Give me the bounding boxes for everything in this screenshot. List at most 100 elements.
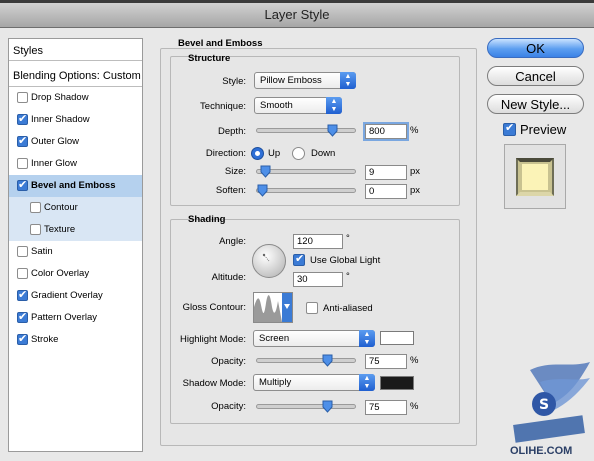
style-select-value: Pillow Emboss xyxy=(260,75,322,86)
highlight-opacity-label: Opacity: xyxy=(211,356,246,367)
select-arrows-icon: ▲ ▼ xyxy=(326,97,342,114)
style-item-inner-glow[interactable]: Inner Glow xyxy=(9,153,142,175)
styles-header[interactable]: Styles xyxy=(9,39,142,61)
size-unit: px xyxy=(410,166,421,177)
shading-title: Shading xyxy=(188,214,226,225)
inner-glow-checkbox[interactable] xyxy=(17,158,28,169)
direction-up-label: Up xyxy=(268,148,281,159)
style-item-outer-glow[interactable]: Outer Glow xyxy=(9,131,142,153)
select-arrows-icon: ▲ ▼ xyxy=(359,374,375,391)
angle-input[interactable]: 120 xyxy=(293,234,343,249)
shadow-opacity-label: Opacity: xyxy=(211,401,246,412)
style-item-inner-shadow[interactable]: Inner Shadow xyxy=(9,109,142,131)
shadow-opacity-slider[interactable] xyxy=(256,400,356,413)
anti-aliased-label: Anti-aliased xyxy=(323,303,373,314)
menu-strip xyxy=(0,0,594,3)
highlight-opacity-input[interactable]: 75 xyxy=(365,354,407,369)
style-item-label: Pattern Overlay xyxy=(31,312,97,323)
direction-up-radio[interactable] xyxy=(251,147,264,160)
shadow-mode-label: Shadow Mode: xyxy=(182,378,246,389)
depth-unit: % xyxy=(410,125,419,136)
style-item-label: Stroke xyxy=(31,334,59,345)
soften-slider[interactable] xyxy=(256,184,356,197)
style-item-label: Inner Glow xyxy=(31,158,77,169)
angle-label: Angle: xyxy=(219,236,246,247)
style-item-stroke[interactable]: Stroke xyxy=(9,329,142,351)
altitude-label: Altitude: xyxy=(211,272,246,283)
soften-input[interactable]: 0 xyxy=(365,184,407,199)
structure-title: Structure xyxy=(188,53,231,64)
bevel-preview-swatch xyxy=(516,158,554,196)
depth-slider[interactable] xyxy=(256,124,356,137)
anti-aliased-checkbox[interactable] xyxy=(306,302,318,314)
style-item-label: Outer Glow xyxy=(31,136,80,147)
outer-glow-checkbox[interactable] xyxy=(17,134,28,147)
style-select[interactable]: Pillow Emboss ▲ ▼ xyxy=(254,72,356,89)
gloss-contour-picker[interactable] xyxy=(253,292,293,323)
ok-button[interactable]: OK xyxy=(487,38,584,58)
style-item-pattern-overlay[interactable]: Pattern Overlay xyxy=(9,307,142,329)
texture-checkbox[interactable] xyxy=(30,224,41,235)
style-item-label: Gradient Overlay xyxy=(31,290,103,301)
highlight-opacity-slider[interactable] xyxy=(256,354,356,367)
highlight-opacity-unit: % xyxy=(410,355,419,366)
style-item-satin[interactable]: Satin xyxy=(9,241,142,263)
style-item-contour[interactable]: Contour xyxy=(9,197,142,219)
style-item-texture[interactable]: Texture xyxy=(9,219,142,241)
style-item-label: Inner Shadow xyxy=(31,114,90,125)
style-item-drop-shadow[interactable]: Drop Shadow xyxy=(9,87,142,109)
bevel-and-emboss-checkbox[interactable] xyxy=(17,178,28,191)
contour-checkbox[interactable] xyxy=(30,202,41,213)
soften-unit: px xyxy=(410,185,421,196)
watermark-text: OLIHE.COM xyxy=(510,445,572,457)
style-item-label: Satin xyxy=(31,246,53,257)
shadow-color-swatch[interactable] xyxy=(380,376,414,390)
blending-options-item[interactable]: Blending Options: Custom xyxy=(9,64,142,87)
preview-label: Preview xyxy=(520,122,567,137)
style-item-label: Color Overlay xyxy=(31,268,90,279)
select-arrows-icon: ▲ ▼ xyxy=(359,330,375,347)
highlight-mode-label: Highlight Mode: xyxy=(179,334,246,345)
direction-down-radio[interactable] xyxy=(292,147,305,160)
angle-dial[interactable] xyxy=(251,243,287,279)
highlight-color-swatch[interactable] xyxy=(380,331,414,345)
technique-select[interactable]: Smooth ▲ ▼ xyxy=(254,97,342,114)
size-input[interactable]: 9 xyxy=(365,165,407,180)
inner-shadow-checkbox[interactable] xyxy=(17,112,28,125)
depth-slider-thumb[interactable] xyxy=(327,124,338,137)
highlight-mode-select[interactable]: Screen ▲ ▼ xyxy=(253,330,375,347)
shadow-mode-select[interactable]: Multiply ▲ ▼ xyxy=(253,374,375,391)
drop-shadow-checkbox[interactable] xyxy=(17,92,28,103)
depth-input[interactable]: 800 xyxy=(365,124,407,139)
shadow-opacity-input[interactable]: 75 xyxy=(365,400,407,415)
cancel-button[interactable]: Cancel xyxy=(487,66,584,86)
shading-group xyxy=(170,219,460,424)
color-overlay-checkbox[interactable] xyxy=(17,268,28,279)
style-item-label: Bevel and Emboss xyxy=(31,180,116,191)
style-label: Style: xyxy=(222,76,246,87)
altitude-input[interactable]: 30 xyxy=(293,272,343,287)
soften-slider-thumb[interactable] xyxy=(257,184,268,197)
gradient-overlay-checkbox[interactable] xyxy=(17,288,28,301)
angle-unit: ° xyxy=(346,233,350,244)
select-arrows-icon: ▲ ▼ xyxy=(340,72,356,89)
shadow-opacity-unit: % xyxy=(410,401,419,412)
pattern-overlay-checkbox[interactable] xyxy=(17,310,28,323)
technique-label: Technique: xyxy=(200,101,246,112)
size-slider-thumb[interactable] xyxy=(260,165,271,178)
use-global-light-checkbox[interactable] xyxy=(293,252,305,266)
size-slider[interactable] xyxy=(256,165,356,178)
shadow-opacity-slider-thumb[interactable] xyxy=(322,400,333,413)
satin-checkbox[interactable] xyxy=(17,246,28,257)
new-style-button[interactable]: New Style... xyxy=(487,94,584,114)
direction-down-label: Down xyxy=(311,148,336,159)
preview-checkbox[interactable] xyxy=(503,121,516,136)
style-item-bevel-and-emboss[interactable]: Bevel and Emboss xyxy=(9,175,142,197)
depth-label: Depth: xyxy=(218,126,246,137)
style-item-color-overlay[interactable]: Color Overlay xyxy=(9,263,142,285)
highlight-opacity-slider-thumb[interactable] xyxy=(322,354,333,367)
stroke-checkbox[interactable] xyxy=(17,332,28,345)
style-item-gradient-overlay[interactable]: Gradient Overlay xyxy=(9,285,142,307)
style-item-label: Drop Shadow xyxy=(31,92,89,103)
preview-thumbnail xyxy=(504,144,566,209)
